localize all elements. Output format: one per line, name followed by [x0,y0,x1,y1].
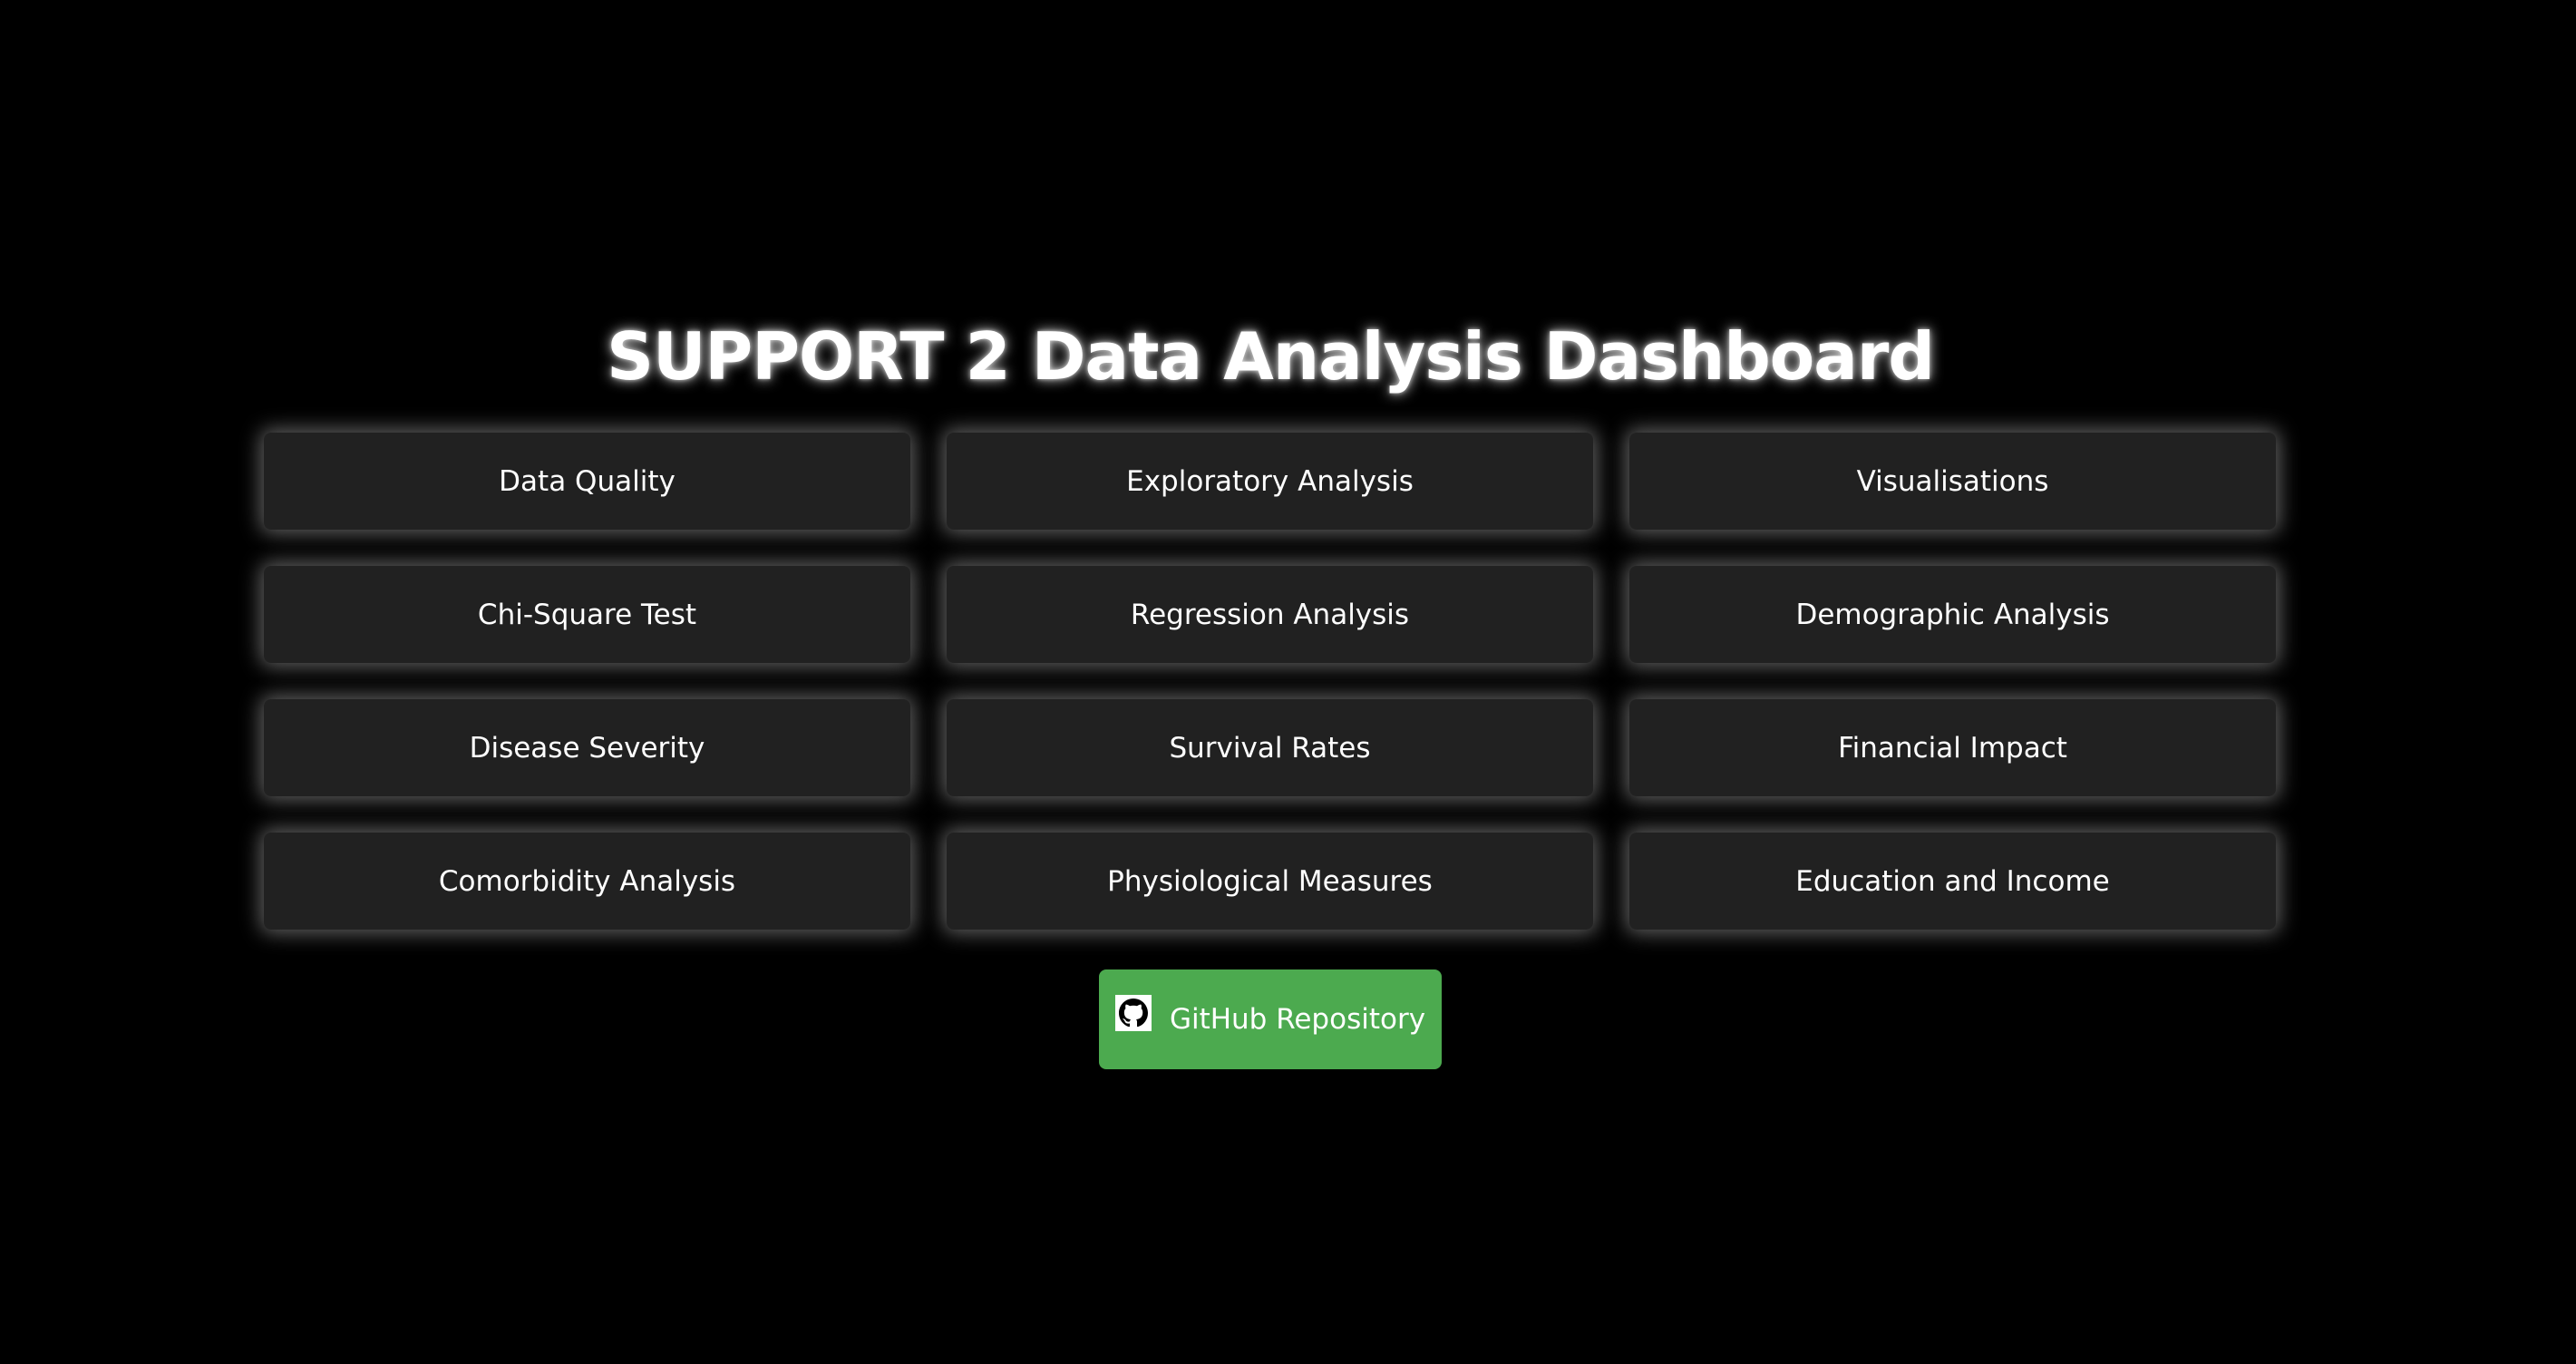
github-repository-label: GitHub Repository [1169,1003,1426,1036]
page-title: SUPPORT 2 Data Analysis Dashboard [607,318,1935,395]
tile-chi-square-test[interactable]: Chi-Square Test [264,566,910,663]
tile-regression-analysis[interactable]: Regression Analysis [947,566,1593,663]
tile-exploratory-analysis[interactable]: Exploratory Analysis [947,433,1593,530]
tile-comorbidity-analysis[interactable]: Comorbidity Analysis [264,833,910,930]
tile-data-quality[interactable]: Data Quality [264,433,910,530]
tile-financial-impact[interactable]: Financial Impact [1629,699,2276,796]
analysis-tile-grid: Data Quality Exploratory Analysis Visual… [264,433,2277,930]
tile-physiological-measures[interactable]: Physiological Measures [947,833,1593,930]
tile-demographic-analysis[interactable]: Demographic Analysis [1629,566,2276,663]
tile-survival-rates[interactable]: Survival Rates [947,699,1593,796]
tile-disease-severity[interactable]: Disease Severity [264,699,910,796]
tile-education-and-income[interactable]: Education and Income [1629,833,2276,930]
github-icon [1114,995,1152,1031]
tile-visualisations[interactable]: Visualisations [1629,433,2276,530]
github-repository-button[interactable]: GitHub Repository [1099,969,1442,1069]
